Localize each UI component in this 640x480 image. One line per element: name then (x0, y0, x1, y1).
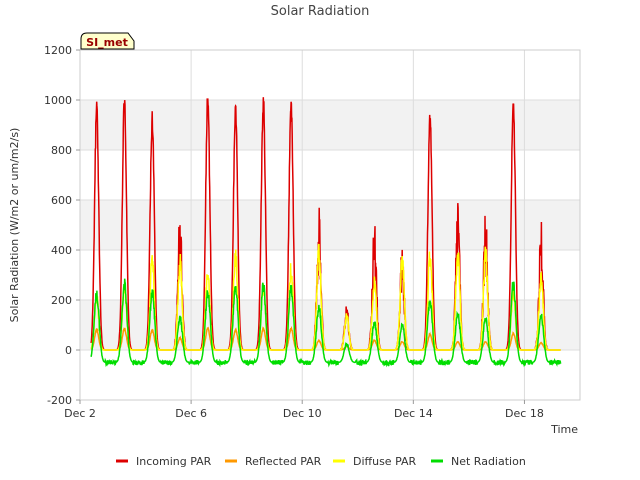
y-tick-label: 1000 (44, 94, 72, 107)
y-tick-label: -200 (47, 394, 72, 407)
y-tick-label: 200 (51, 294, 72, 307)
x-tick-label: Dec 6 (175, 407, 207, 420)
y-axis-ticks: -200 0 200 400 600 800 1000 1200 (44, 44, 80, 407)
site-label-badge: SI_met (80, 32, 135, 50)
y-tick-label: 0 (65, 344, 72, 357)
x-tick-label: Dec 14 (394, 407, 433, 420)
legend-label-net: Net Radiation (451, 455, 526, 468)
x-tick-label: Dec 2 (64, 407, 96, 420)
y-tick-label: 400 (51, 244, 72, 257)
y-tick-label: 800 (51, 144, 72, 157)
x-axis-label: Time (550, 423, 578, 436)
legend-label-diffuse: Diffuse PAR (353, 455, 417, 468)
solar-radiation-chart: Solar Radiation -200 0 200 400 600 800 1000 120… (8, 4, 581, 468)
x-axis-ticks: Dec 2 Dec 6 Dec 10 Dec 14 Dec 18 (64, 400, 544, 420)
x-tick-label: Dec 18 (505, 407, 544, 420)
legend: Incoming PAR Reflected PAR Diffuse PAR Net … (116, 455, 526, 468)
x-tick-label: Dec 10 (283, 407, 322, 420)
legend-label-reflected: Reflected PAR (245, 455, 322, 468)
legend-label-incoming: Incoming PAR (136, 455, 212, 468)
y-tick-label: 1200 (44, 44, 72, 57)
plot-band (80, 100, 580, 150)
y-axis-label: Solar Radiation (W/m2 or um/m2/s) (8, 128, 21, 323)
chart-title: Solar Radiation (271, 4, 370, 19)
site-label: SI_met (86, 36, 128, 49)
y-tick-label: 600 (51, 194, 72, 207)
